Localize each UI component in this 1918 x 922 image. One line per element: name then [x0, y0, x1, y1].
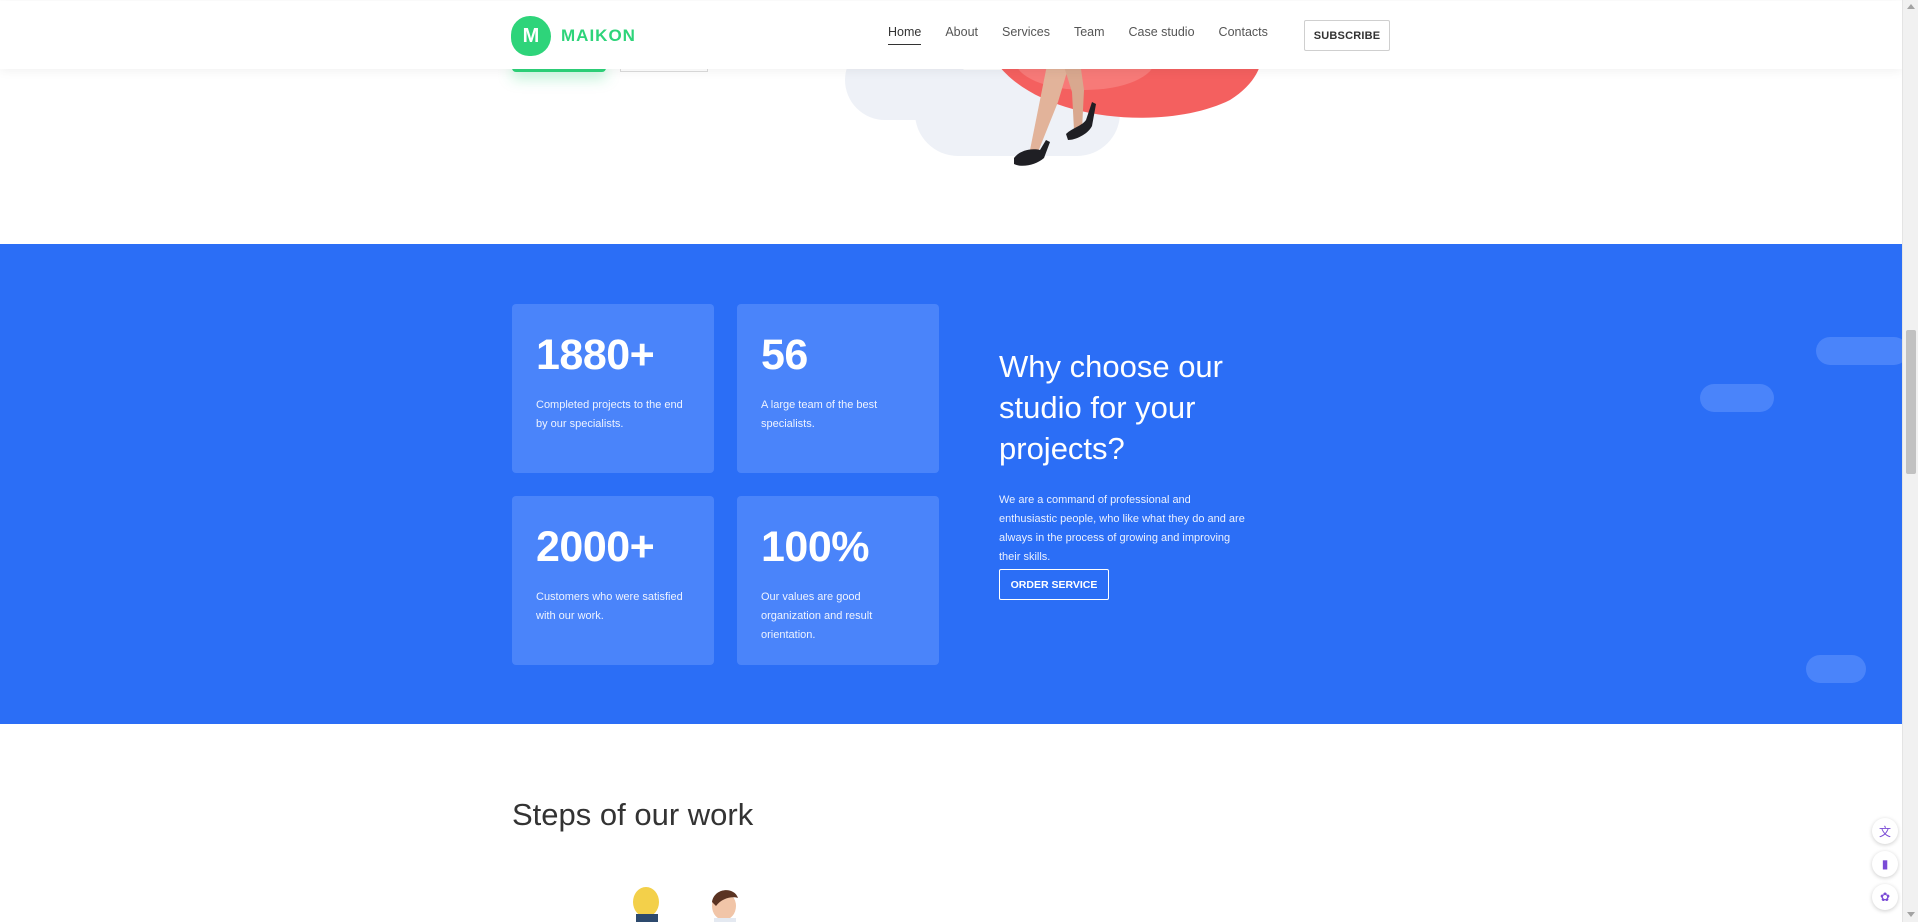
stat-card: 56 A large team of the best specialists.	[737, 304, 939, 473]
decorative-cloud-pill	[1700, 384, 1774, 412]
page: M MAIKON Home About Services Team Case s…	[0, 0, 1902, 922]
nav-item-team[interactable]: Team	[1074, 25, 1105, 45]
stat-card: 1880+ Completed projects to the end by o…	[512, 304, 714, 473]
page-scrollbar[interactable]	[1902, 0, 1918, 922]
decorative-cloud-pill	[1816, 337, 1902, 365]
translate-icon[interactable]: 文	[1872, 818, 1898, 844]
scroll-down-arrow-icon[interactable]	[1907, 912, 1915, 917]
nav-item-home[interactable]: Home	[888, 25, 922, 45]
scrollbar-thumb[interactable]	[1906, 330, 1916, 474]
nav-item-about[interactable]: About	[945, 25, 978, 45]
why-choose-block: Why choose our studio for your projects?…	[999, 346, 1259, 567]
decorative-cloud-pill	[1806, 655, 1866, 683]
stat-number: 56	[761, 331, 808, 379]
why-choose-heading: Why choose our studio for your projects?	[999, 349, 1223, 466]
logo-mark-icon: M	[511, 16, 551, 56]
nav-item-contacts[interactable]: Contacts	[1219, 25, 1268, 45]
brain-icon[interactable]: ✿	[1872, 884, 1898, 910]
stat-card: 100% Our values are good organization an…	[737, 496, 939, 665]
main-nav: Home About Services Team Case studio Con…	[888, 25, 1292, 45]
book-icon[interactable]: ▮	[1872, 851, 1898, 877]
person-body-brown	[714, 918, 736, 922]
stat-number: 100%	[761, 523, 869, 571]
logo-text: MAIKON	[561, 26, 636, 45]
stat-description: A large team of the best specialists.	[761, 399, 878, 430]
why-choose-paragraph: We are a command of professional and ent…	[999, 494, 1245, 563]
order-service-button[interactable]: ORDER SERVICE	[999, 569, 1109, 600]
floating-tools: 文 ▮ ✿	[1872, 818, 1900, 917]
scroll-up-arrow-icon[interactable]	[1907, 4, 1915, 9]
person-head-blonde	[633, 887, 659, 917]
site-header: M MAIKON Home About Services Team Case s…	[0, 1, 1902, 69]
stat-description: Our values are good organization and res…	[761, 591, 873, 641]
stat-card: 2000+ Customers who were satisfied with …	[512, 496, 714, 665]
steps-illustration	[633, 887, 738, 922]
subscribe-button[interactable]: SUBSCRIBE	[1304, 20, 1390, 51]
stat-description: Customers who were satisfied with our wo…	[536, 591, 683, 622]
nav-item-services[interactable]: Services	[1002, 25, 1050, 45]
nav-item-case-studio[interactable]: Case studio	[1129, 25, 1195, 45]
stat-number: 2000+	[536, 523, 655, 571]
person-body-blonde	[636, 914, 658, 922]
logo[interactable]: M MAIKON	[511, 16, 636, 56]
stat-description: Completed projects to the end by our spe…	[536, 399, 683, 430]
stat-number: 1880+	[536, 331, 655, 379]
stats-section: 1880+ Completed projects to the end by o…	[0, 244, 1902, 724]
steps-heading: Steps of our work	[512, 797, 754, 832]
